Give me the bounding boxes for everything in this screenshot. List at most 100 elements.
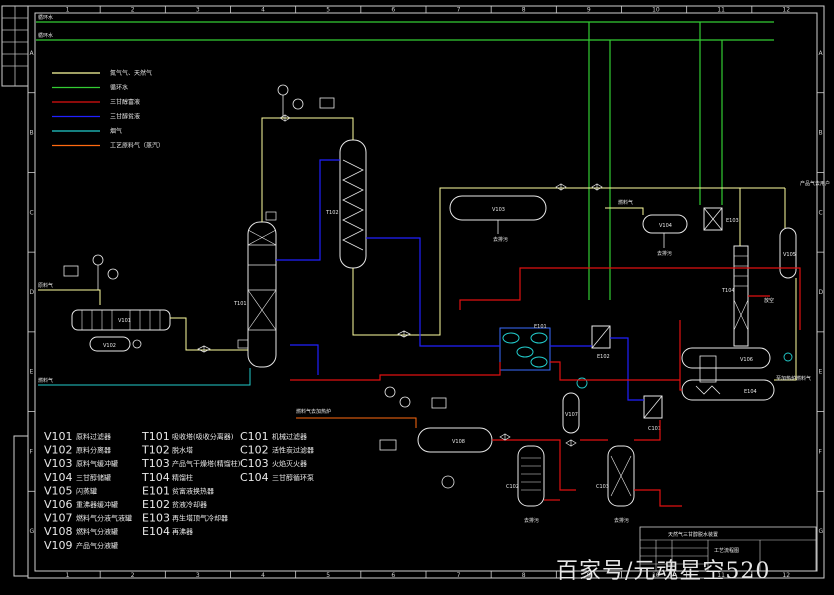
- equipment-name: 再生塔顶气冷却器: [172, 514, 228, 523]
- v104-drain-label: 去排污: [657, 250, 672, 257]
- v107-vessel: V107: [562, 377, 588, 434]
- legend-label: 工艺原料气（蒸汽）: [110, 142, 164, 150]
- equipment-name: 三甘醇循环泵: [272, 473, 314, 482]
- equipment-name: 原料过滤器: [76, 432, 111, 441]
- border-col-label-top: 5: [326, 7, 330, 14]
- t104-still-column: T104: [721, 245, 749, 347]
- e101-tag: E101: [534, 324, 547, 330]
- v103-drain-label: 去排污: [493, 236, 508, 243]
- v106-tag: V106: [740, 357, 753, 363]
- e102-tag: E102: [597, 354, 610, 360]
- c101-tag: C101: [648, 426, 661, 432]
- t102-dehydrator: T102: [325, 139, 367, 269]
- border-col-label-bottom: 1: [66, 572, 70, 579]
- border-row-label-right: C: [819, 209, 823, 216]
- legend-label: 三甘醇富液: [110, 98, 140, 106]
- equipment-code: C101: [240, 430, 269, 443]
- t104-tag: T104: [721, 288, 735, 294]
- border-row-label-left: E: [30, 369, 34, 376]
- equipment-code: E101: [142, 484, 170, 497]
- border-row-label-left: G: [30, 528, 35, 535]
- t101-tag: T101: [233, 301, 247, 307]
- equipment-code: V106: [44, 498, 73, 511]
- border-col-label-bottom: 5: [326, 572, 330, 579]
- v107-tag: V107: [565, 412, 578, 418]
- t101-absorber: T101: [233, 211, 277, 368]
- equipment-code: T101: [141, 430, 170, 443]
- title-block-title: 天然气三甘醇脱水装置: [668, 531, 718, 538]
- gas-lines: [38, 117, 797, 381]
- equipment-name: 贫富液换热器: [172, 486, 214, 495]
- rich-glycol-lines: [290, 267, 801, 507]
- equipment-name: 原料分离器: [76, 446, 111, 455]
- border-row-label-left: D: [30, 289, 35, 296]
- equipment-name: 燃料气分液罐: [76, 527, 118, 536]
- v102-separator: V102: [89, 336, 142, 352]
- border-col-label-top: 2: [131, 7, 135, 14]
- equipment-code: E102: [142, 498, 170, 511]
- v105-tag: V105: [783, 252, 796, 258]
- legend-label: 氮气气、天然气: [110, 69, 152, 77]
- v108-flash-tank: V108: [379, 386, 493, 489]
- drawing-canvas: 112233445566778899101011111212A AB BC CD DE E…: [1, 5, 830, 579]
- legend-label: 三甘醇贫液: [110, 113, 140, 121]
- v101-tag: V101: [118, 318, 131, 324]
- c102-tag: C102: [506, 484, 519, 490]
- equipment-list: V101 原料过滤器V102 原料分离器V103 原料气缓冲罐V104 三甘醇储罐V10…: [44, 430, 314, 552]
- equipment-code: T104: [141, 471, 170, 484]
- fuel-gas-line: [38, 368, 251, 386]
- equipment-name: 产品气分液罐: [76, 541, 118, 550]
- equipment-code: V103: [44, 457, 73, 470]
- border-col-label-bottom: 3: [196, 572, 200, 579]
- v105-flash: V105: [779, 227, 797, 279]
- left-revision-strip: [13, 435, 29, 577]
- c102-drain-label: 去排污: [524, 517, 539, 524]
- equipment-code: T102: [141, 444, 170, 457]
- border-row-label-left: C: [30, 209, 34, 216]
- e103-cooler: E103: [703, 207, 739, 231]
- e102-cooler: E102: [591, 325, 611, 360]
- equipment-code: V105: [44, 484, 73, 497]
- equipment-name: 贫液冷却器: [172, 500, 207, 509]
- equipment-code: V101: [44, 430, 73, 443]
- legend-label: 烟气: [110, 127, 122, 135]
- equipment-name: 机械过滤器: [272, 432, 307, 441]
- process-gas-line: [296, 417, 417, 428]
- equipment-name: 原料气缓冲罐: [76, 459, 118, 468]
- watermark: 百家号/元魂星空520: [556, 559, 771, 584]
- equipment-name: 火焰灭火器: [272, 459, 307, 468]
- vent-label: 放空: [764, 297, 774, 304]
- border-col-label-top: 12: [782, 7, 790, 14]
- equipment-code: E103: [142, 512, 170, 525]
- border-col-label-top: 6: [391, 7, 395, 14]
- v104-drum: V104 去排污: [642, 214, 688, 257]
- border-row-label-left: B: [30, 130, 34, 137]
- border-col-label-top: 8: [522, 7, 526, 14]
- equipment-name: 吸收塔(吸收分离器): [172, 432, 234, 441]
- border-row-label-right: E: [819, 369, 823, 376]
- process-flow-diagram: 1 1 2 2 3 3 4 4 5 5 6 6 7 7 8 8 9 9 10 10 11 11 12 12 A A B B C C D D E E…: [0, 0, 834, 591]
- valves: [197, 114, 603, 447]
- hx-bottom: C101: [643, 395, 663, 432]
- v108-tag: V108: [452, 439, 465, 445]
- fuel-gas-label: 燃料气: [38, 377, 53, 384]
- fuel-to-heater-label: 燃料气: [618, 199, 633, 206]
- v101-filter: V101: [71, 309, 171, 331]
- v103-buffer: V103 去排污: [449, 195, 547, 243]
- border-row-label-right: G: [819, 528, 824, 535]
- v102-tag: V102: [103, 343, 116, 349]
- top-headers: 循环水 循环水: [36, 14, 774, 300]
- c102-filter: C102: [506, 445, 545, 507]
- border-row-label-left: F: [30, 448, 34, 455]
- equipment-code: E104: [142, 525, 170, 538]
- equipment-code: V108: [44, 525, 73, 538]
- border-col-label-bottom: 12: [782, 572, 790, 579]
- t102-tag: T102: [325, 210, 339, 216]
- border-col-label-bottom: 8: [522, 572, 526, 579]
- equipment-name: 三甘醇储罐: [76, 473, 111, 482]
- left-instruments: [63, 254, 119, 290]
- border-col-label-top: 10: [652, 7, 660, 14]
- outlet-note-label: 至加热炉燃料气: [776, 375, 811, 382]
- border-col-label-top: 7: [457, 7, 461, 14]
- binding-strip-lines: [2, 6, 28, 86]
